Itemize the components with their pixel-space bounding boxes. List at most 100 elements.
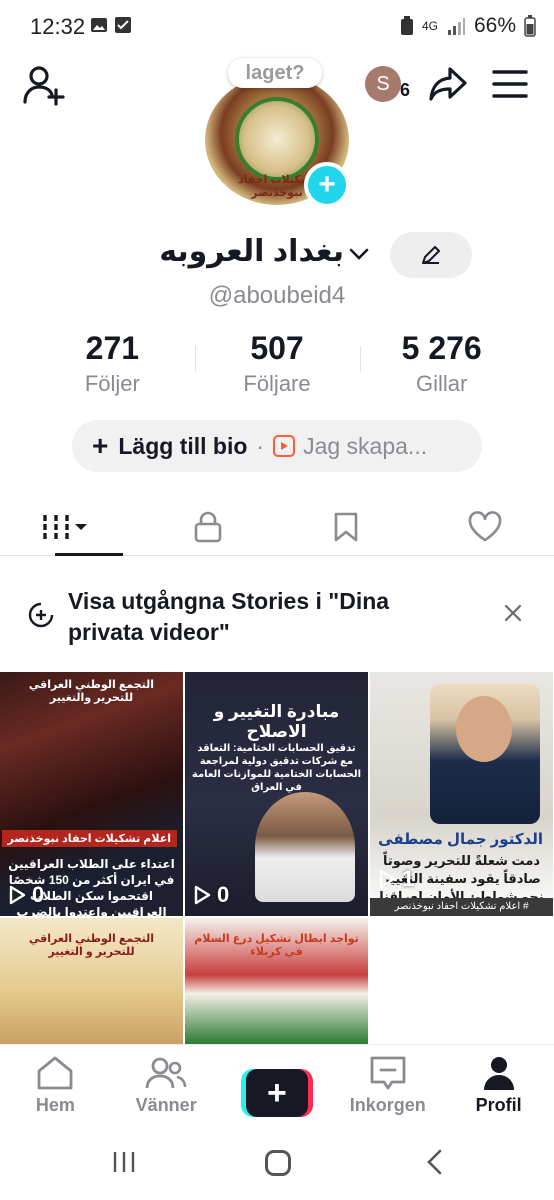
- nav-home-label: Hem: [35, 1095, 75, 1115]
- add-avatar-plus-icon[interactable]: +: [304, 162, 350, 208]
- video-views: 0: [193, 882, 229, 908]
- nav-friends[interactable]: Vänner: [111, 1045, 222, 1128]
- stat-following-value: 271: [85, 330, 140, 366]
- status-bar: 12:32 4G 66%: [0, 0, 554, 54]
- video-views-count: 0: [32, 882, 45, 907]
- stat-followers[interactable]: 507 Följare: [195, 330, 360, 396]
- system-home-button[interactable]: [265, 1150, 291, 1176]
- stat-divider: [195, 346, 196, 372]
- display-name[interactable]: بغداد العروبه: [159, 234, 344, 269]
- video-top-text: الدكتور جمال مصطفى: [378, 831, 543, 848]
- video-grid: التجمع الوطني العراقي للتحرير والتغيير ا…: [0, 672, 554, 1044]
- bookmark-icon: [334, 512, 358, 541]
- video-top-text: تواجد ابطال تشكيل درع السلام في كربلاء: [194, 933, 359, 958]
- heart-icon: [468, 510, 502, 541]
- username: @aboubeid4: [208, 282, 346, 309]
- nav-profile[interactable]: Profil: [443, 1045, 554, 1128]
- video-caption: تدقيق الحسابات الختامية: التعاقد مع شركا…: [191, 743, 362, 793]
- stat-followers-value: 507: [250, 330, 304, 366]
- back-icon[interactable]: [424, 1148, 444, 1176]
- chevron-down-icon[interactable]: [347, 242, 371, 266]
- add-bio-pill[interactable]: + Lägg till bio · Jag skapa...: [72, 420, 482, 472]
- add-friend-icon[interactable]: [22, 64, 66, 106]
- profile-stats: 271 Följer 507 Följare 5 276 Gillar: [30, 330, 524, 396]
- video-views: 1: [378, 866, 414, 892]
- nav-create[interactable]: +: [222, 1045, 333, 1128]
- battery-saver-icon: [400, 16, 413, 35]
- nav-inbox[interactable]: Inkorgen: [332, 1045, 443, 1128]
- profile-icon: [483, 1057, 514, 1090]
- gallery-icon: [91, 18, 107, 32]
- battery-percent: 66%: [473, 14, 516, 37]
- video-thumbnail[interactable]: مبادرة التغيير و الاصلاح تدقيق الحسابات …: [185, 672, 368, 916]
- creator-play-icon: [273, 435, 296, 457]
- bottom-nav: Hem Vänner + Inkorgen Profil: [0, 1044, 554, 1128]
- stat-likes-value: 5 276: [401, 330, 482, 366]
- stat-following-label: Följer: [84, 371, 140, 396]
- video-badge: اعلام تشكيلات احفاد نبوخذنصر: [1, 830, 177, 847]
- video-thumbnail[interactable]: الدكتور جمال مصطفى دمت شعلةً للتحرير وصو…: [370, 672, 553, 916]
- friend-avatar[interactable]: S: [365, 66, 401, 102]
- plus-icon: +: [92, 430, 109, 461]
- create-button[interactable]: +: [240, 1069, 313, 1117]
- video-top-text: التجمع الوطني العراقي للتحرير والتغيير: [28, 679, 155, 704]
- create-icon: +: [245, 1069, 308, 1117]
- stat-followers-label: Följare: [243, 371, 311, 396]
- network-type: 4G: [421, 19, 438, 33]
- edit-profile-button[interactable]: [390, 232, 472, 278]
- nav-profile-label: Profil: [475, 1095, 522, 1115]
- bio-separator: ·: [256, 432, 265, 459]
- inbox-icon: [370, 1056, 406, 1090]
- system-nav-bar: [0, 1128, 554, 1200]
- video-views-count: 0: [217, 882, 230, 907]
- content-tabs: [0, 498, 554, 556]
- stat-following[interactable]: 271 Följer: [30, 330, 195, 396]
- stories-banner-text: Visa utgångna Stories i "Dina privata vi…: [68, 588, 390, 645]
- add-bio-label[interactable]: Lägg till bio: [118, 433, 247, 460]
- video-person-image: [255, 792, 355, 902]
- check-notification-icon: [115, 17, 131, 33]
- video-thumbnail[interactable]: التجمع الوطني العراقي للتحرير والتغيير ا…: [0, 672, 183, 916]
- video-thumbnail[interactable]: التجمع الوطني العراقي للتحرير و التغيير: [0, 918, 183, 1044]
- video-top-text: مبادرة التغيير و الاصلاح: [213, 702, 340, 741]
- close-icon[interactable]: [502, 602, 524, 624]
- avatar-seal-emblem: [235, 97, 319, 181]
- lock-icon: [194, 511, 222, 542]
- stat-divider: [360, 346, 361, 372]
- video-top-text: التجمع الوطني العراقي للتحرير و التغيير: [28, 933, 155, 958]
- expired-stories-banner[interactable]: Visa utgångna Stories i "Dina privata vi…: [0, 572, 554, 662]
- video-views-count: 1: [402, 866, 415, 891]
- friends-icon: [145, 1057, 187, 1089]
- share-icon[interactable]: [428, 66, 468, 102]
- tab-private[interactable]: [139, 498, 278, 555]
- play-icon: [379, 869, 396, 889]
- video-thumbnail[interactable]: [370, 918, 553, 1044]
- video-footer: # اعلام تشكيلات احفاد نبوخذنصر: [370, 898, 553, 916]
- nav-home[interactable]: Hem: [0, 1045, 111, 1128]
- signal-icon: [447, 18, 465, 35]
- status-right: 4G 66%: [400, 14, 536, 38]
- creator-category-label[interactable]: Jag skapa...: [303, 433, 427, 460]
- note-bubble[interactable]: laget?: [228, 58, 322, 88]
- home-icon: [37, 1056, 73, 1090]
- video-portrait-face: [456, 696, 512, 762]
- pencil-icon: [422, 246, 440, 264]
- nav-friends-label: Vänner: [135, 1095, 197, 1115]
- stat-likes-label: Gillar: [416, 371, 468, 396]
- friend-count: 6: [400, 80, 411, 100]
- menu-icon[interactable]: [492, 68, 528, 100]
- recent-apps-icon[interactable]: [112, 1150, 136, 1174]
- nav-inbox-label: Inkorgen: [349, 1095, 426, 1115]
- tab-videos[interactable]: [0, 498, 139, 556]
- videos-grid-icon: [43, 514, 88, 539]
- stat-likes[interactable]: 5 276 Gillar: [359, 330, 524, 396]
- tab-saved[interactable]: [277, 498, 416, 555]
- video-thumbnail[interactable]: تواجد ابطال تشكيل درع السلام في كربلاء: [185, 918, 368, 1044]
- tab-liked[interactable]: [416, 498, 554, 555]
- play-icon: [194, 885, 211, 905]
- story-add-icon: [28, 602, 54, 628]
- battery-icon: [524, 15, 536, 37]
- status-time: 12:32: [30, 14, 86, 39]
- video-views: 0: [8, 882, 44, 908]
- play-icon: [9, 885, 26, 905]
